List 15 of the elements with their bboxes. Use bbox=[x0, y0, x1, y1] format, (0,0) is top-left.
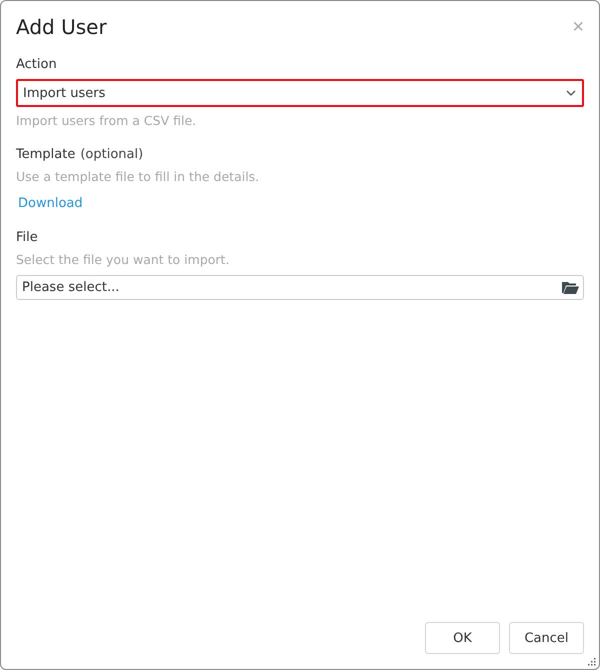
folder-icon[interactable] bbox=[562, 281, 579, 294]
field-label: File bbox=[16, 230, 38, 245]
help-text: Import users from a CSV file. bbox=[16, 113, 198, 128]
help-text: Use a template file to fill in the details. bbox=[16, 169, 260, 184]
dialog-title: Add User bbox=[16, 15, 107, 39]
help-text: Select the file you want to import. bbox=[16, 252, 230, 267]
resize-grip-icon[interactable] bbox=[588, 658, 596, 666]
field-label: Template bbox=[16, 147, 76, 162]
cancel-button[interactable]: Cancel bbox=[509, 622, 584, 654]
optional-note: (optional) bbox=[80, 147, 144, 162]
chevron-down-icon bbox=[566, 90, 576, 96]
field-label: Action bbox=[16, 57, 57, 72]
action-dropdown[interactable]: Import users bbox=[16, 79, 584, 107]
file-field[interactable]: Please select... bbox=[16, 275, 584, 300]
ok-button[interactable]: OK bbox=[425, 622, 500, 654]
